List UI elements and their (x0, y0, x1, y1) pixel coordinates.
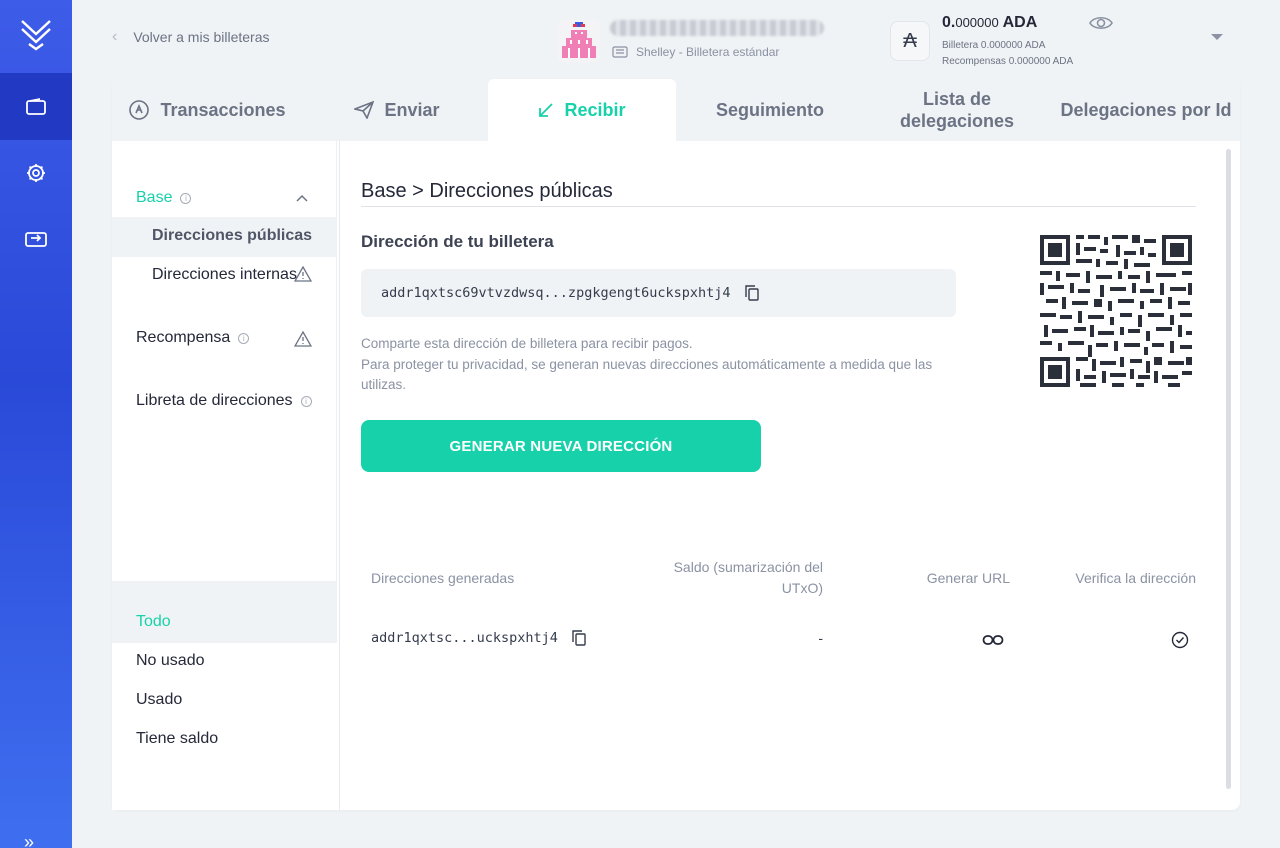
col-header-balance: Saldo (sumarización del UTxO) (673, 559, 823, 596)
logo-icon[interactable] (0, 0, 72, 67)
warning-icon (294, 266, 312, 282)
menu-address-book[interactable]: Libreta de direcciones i (136, 392, 312, 410)
address-side-menu: Base i Direcciones públicas Direcciones … (112, 141, 337, 810)
table-row: addr1qxtsc...uckspxhtj4 (371, 630, 586, 646)
receive-arrow-icon (539, 103, 554, 117)
chevron-down-icon[interactable] (1211, 34, 1223, 40)
wallet-type-label: Shelley - Billetera estándar (636, 45, 780, 59)
tab-send[interactable]: Enviar (332, 79, 462, 141)
tab-tracking-label: Seguimiento (715, 100, 824, 120)
wallet-type-icon (612, 46, 628, 58)
help-text: Comparte esta dirección de billetera par… (361, 334, 961, 396)
help-line-1: Comparte esta dirección de billetera par… (361, 336, 693, 351)
total-balance: 0.000000 ADA (942, 14, 1037, 32)
col-header-generate-url: Generar URL (926, 570, 1010, 586)
chevron-left-icon: ‹ (112, 28, 118, 45)
info-icon: i (238, 332, 250, 344)
warning-icon (294, 331, 312, 347)
divider (361, 206, 1196, 207)
link-icon[interactable] (982, 634, 1004, 646)
filter-unused[interactable]: No usado (136, 652, 205, 670)
tab-delegation-list-label: Lista de delegaciones (899, 89, 1015, 131)
tab-receive-label: Recibir (564, 100, 626, 120)
col-header-addresses: Direcciones generadas (371, 570, 515, 586)
chevron-up-icon[interactable] (296, 194, 308, 202)
wallet-address: addr1qxtsc69vtvzdwsq...zpgkgengt6uckspxh… (381, 285, 731, 301)
expand-sidebar-icon[interactable]: » (24, 832, 34, 848)
copy-icon[interactable] (744, 285, 759, 301)
tab-transactions[interactable]: Transacciones (112, 79, 302, 141)
settings-gear-icon[interactable] (0, 139, 72, 206)
ada-currency-icon: ₳ (890, 21, 930, 61)
balance-unit: ADA (1002, 14, 1038, 31)
send-icon (354, 101, 375, 119)
balance-int: 0. (942, 14, 956, 31)
qr-code[interactable] (1040, 235, 1192, 387)
back-label: Volver a mis billeteras (133, 29, 270, 45)
verify-check-icon[interactable] (1171, 631, 1189, 649)
col-header-verify-address: Verifica la dirección (1075, 570, 1196, 586)
generate-address-button[interactable]: GENERAR NUEVA DIRECCIÓN (361, 420, 761, 472)
copy-icon[interactable] (572, 630, 586, 646)
sidebar-rail: » (0, 0, 72, 848)
menu-internal-addresses[interactable]: Direcciones internas (152, 266, 297, 284)
rewards-balance-line: Recompensas 0.000000 ADA (942, 56, 1074, 67)
tab-receive[interactable]: Recibir (488, 79, 676, 141)
tab-send-label: Enviar (384, 100, 440, 120)
wallet-name-blurred (610, 20, 824, 36)
wallet-balance-line: Billetera 0.000000 ADA (942, 40, 1046, 51)
wallet-nav-icon[interactable] (0, 73, 72, 140)
menu-reward[interactable]: Recompensa i (136, 329, 250, 347)
tab-delegation-list[interactable]: Lista de delegaciones (882, 79, 1032, 141)
menu-base-label: Base (136, 189, 173, 206)
help-line-2: Para proteger tu privacidad, se generan … (361, 356, 933, 393)
tab-bar: Transacciones Enviar Recibir Seguimiento… (112, 79, 1240, 141)
tab-delegation-by-id[interactable]: Delegaciones por Id (1056, 79, 1236, 141)
wallet-avatar (558, 20, 600, 62)
main-card: Transacciones Enviar Recibir Seguimiento… (112, 79, 1240, 810)
filter-used[interactable]: Usado (136, 691, 182, 709)
divider (112, 581, 337, 603)
filter-has-balance[interactable]: Tiene saldo (136, 730, 218, 748)
filter-all[interactable]: Todo (136, 613, 171, 631)
wallet-address-box: addr1qxtsc69vtvzdwsq...zpgkgengt6uckspxh… (361, 269, 956, 317)
transactions-icon (129, 100, 150, 120)
menu-public-label: Direcciones públicas (152, 227, 313, 244)
menu-address-book-label: Libreta de direcciones (136, 392, 293, 409)
breadcrumb: Base > Direcciones públicas (361, 180, 613, 202)
info-icon: i (180, 192, 192, 204)
balance-dec: 000000 (955, 15, 999, 30)
filter-menu: Todo No usado Usado Tiene saldo (112, 603, 337, 810)
info-icon: i (300, 395, 312, 407)
row-balance: - (818, 630, 823, 646)
tab-transactions-label: Transacciones (160, 100, 286, 120)
menu-reward-label: Recompensa (136, 329, 231, 346)
row-address: addr1qxtsc...uckspxhtj4 (371, 630, 558, 646)
menu-base[interactable]: Base i (136, 189, 192, 207)
wallet-address-label: Dirección de tu billetera (361, 232, 554, 251)
back-link[interactable]: ‹ Volver a mis billeteras (112, 28, 270, 46)
tab-tracking[interactable]: Seguimiento (700, 79, 840, 141)
wallet-type: Shelley - Billetera estándar (612, 45, 779, 59)
tab-delegation-by-id-label: Delegaciones por Id (1060, 100, 1232, 120)
address-type-menu: Base i Direcciones públicas Direcciones … (112, 141, 337, 581)
eye-icon[interactable] (1089, 14, 1113, 37)
divider (339, 141, 340, 810)
exchange-icon[interactable] (0, 205, 72, 272)
scrollbar[interactable] (1226, 149, 1231, 789)
